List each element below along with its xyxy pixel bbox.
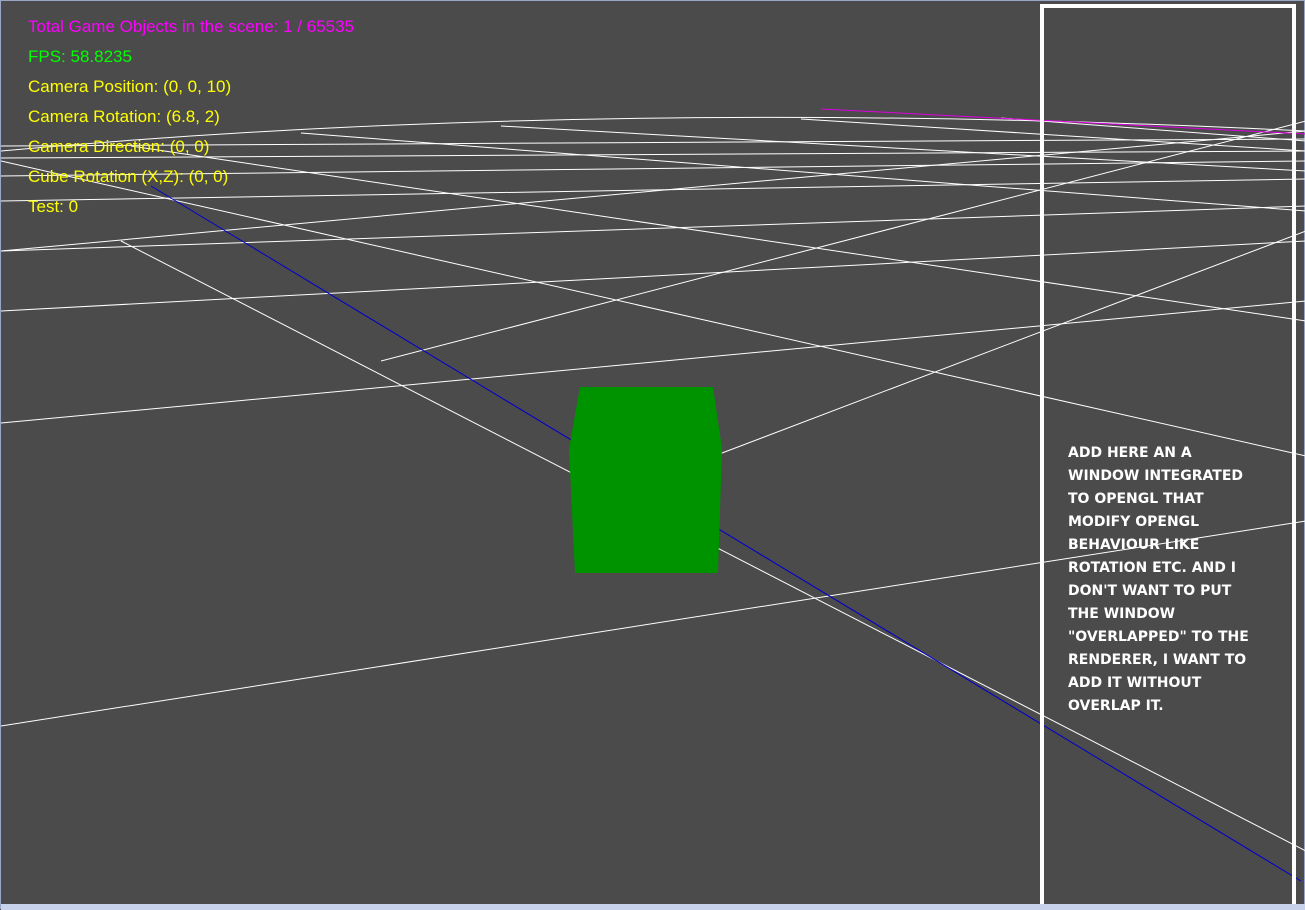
hud-camera-position: Camera Position: (0, 0, 10) bbox=[28, 77, 232, 96]
hud-test: Test: 0 bbox=[28, 197, 79, 216]
hud-camera-direction: Camera Direction: (0, 0) bbox=[28, 137, 210, 156]
window-bottom-border bbox=[1, 904, 1305, 910]
panel-note-text: ADD HERE AN A WINDOW INTEGRATED TO OPENG… bbox=[1068, 445, 1249, 714]
hud-fps: FPS: 58.8235 bbox=[28, 47, 132, 66]
hud-total-objects: Total Game Objects in the scene: 1 / 655… bbox=[28, 17, 355, 36]
green-cube[interactable] bbox=[569, 387, 722, 573]
hud-cube-rotation: Cube Rotation (X,Z): (0, 0) bbox=[28, 167, 229, 186]
side-panel-placeholder: ADD HERE AN A WINDOW INTEGRATED TO OPENG… bbox=[1040, 4, 1296, 910]
hud-camera-rotation: Camera Rotation: (6.8, 2) bbox=[28, 107, 220, 126]
opengl-viewport[interactable]: Total Game Objects in the scene: 1 / 655… bbox=[0, 0, 1305, 910]
